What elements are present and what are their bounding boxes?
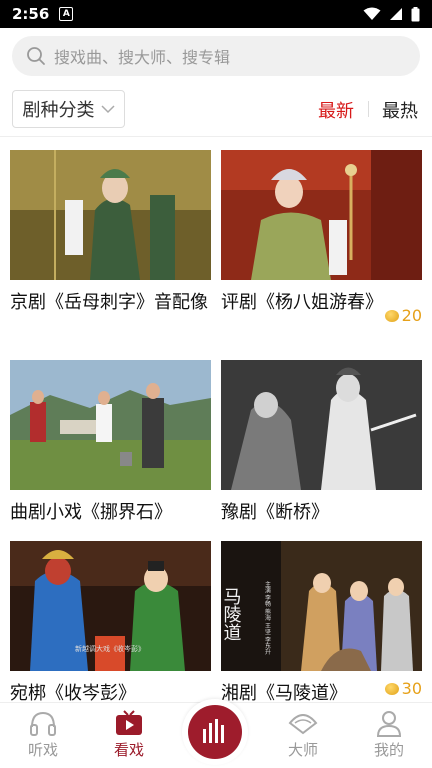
video-thumbnail[interactable] — [221, 360, 422, 490]
search-bar[interactable]: 搜戏曲、搜大师、搜专辑 — [12, 36, 420, 76]
video-title: 曲剧小戏《挪界石》 — [10, 502, 172, 523]
tab-watch[interactable]: 看戏 — [89, 709, 169, 760]
genre-filter-dropdown[interactable]: 剧种分类 — [12, 90, 125, 128]
signal-icon — [390, 8, 402, 20]
sort-hot-tab[interactable]: 最热 — [382, 97, 418, 123]
tab-listen[interactable]: 听戏 — [3, 709, 83, 760]
status-time: 2:56 — [12, 5, 50, 23]
video-card[interactable]: 豫剧《断桥》 — [221, 360, 422, 527]
video-title: 京剧《岳母刺字》音配像 — [10, 292, 208, 313]
tv-play-icon — [116, 710, 142, 735]
video-card[interactable]: 京剧《岳母刺字》音配像 — [10, 150, 211, 317]
chevron-down-icon — [100, 105, 115, 114]
video-card[interactable]: 马陵道 主演 李畅 熊海 王坚 李东升 湘剧《马陵道》 30 — [221, 541, 422, 708]
genre-filter-label: 剧种分类 — [22, 100, 95, 121]
status-bar: 2:56 A — [0, 0, 432, 28]
tab-label: 大师 — [287, 741, 318, 759]
thumbnail-credits: 主演 李畅 熊海 王坚 李东升 — [264, 580, 271, 656]
thumbnail-caption: 新越调大戏《收岑彭》 — [75, 644, 145, 653]
headphones-icon — [30, 711, 56, 736]
battery-icon — [411, 6, 420, 21]
sort-latest-tab[interactable]: 最新 — [318, 97, 354, 123]
video-thumbnail[interactable] — [221, 150, 422, 280]
user-icon — [376, 711, 402, 737]
fan-icon — [288, 714, 318, 735]
search-input[interactable]: 搜戏曲、搜大师、搜专辑 — [54, 44, 230, 68]
audio-player-button[interactable] — [182, 699, 248, 765]
video-card[interactable]: 新越调大戏《收岑彭》 宛梆《收岑彭》 — [10, 541, 211, 708]
section-divider — [0, 136, 432, 137]
audio-player-inner — [188, 705, 242, 759]
video-title: 豫剧《断桥》 — [221, 502, 329, 523]
audio-bars-icon — [203, 719, 224, 743]
thumbnail-vertical-title: 马陵道 — [221, 587, 242, 641]
sort-divider — [368, 101, 369, 117]
tab-label: 看戏 — [113, 741, 144, 759]
tab-label: 听戏 — [27, 741, 58, 759]
search-icon — [27, 47, 45, 65]
status-icons — [363, 6, 420, 22]
video-card[interactable]: 曲剧小戏《挪界石》 — [10, 360, 211, 527]
video-card[interactable]: 评剧《杨八姐游春》 20 — [221, 150, 422, 325]
coin-icon — [384, 682, 399, 695]
app-notification-icon: A — [59, 7, 74, 21]
tab-label: 我的 — [373, 741, 404, 759]
video-title: 评剧《杨八姐游春》 — [221, 292, 383, 313]
coin-price: 30 — [384, 679, 422, 698]
tab-masters[interactable]: 大师 — [263, 709, 343, 760]
coin-amount: 20 — [401, 306, 422, 325]
tab-profile[interactable]: 我的 — [349, 709, 429, 760]
coin-icon — [384, 309, 399, 322]
wifi-icon — [363, 7, 381, 20]
video-thumbnail[interactable] — [10, 360, 211, 490]
video-thumbnail[interactable]: 新越调大戏《收岑彭》 — [10, 541, 211, 671]
coin-price: 20 — [384, 306, 422, 325]
video-thumbnail[interactable] — [10, 150, 211, 280]
video-thumbnail[interactable]: 马陵道 主演 李畅 熊海 王坚 李东升 — [221, 541, 422, 671]
coin-amount: 30 — [401, 679, 422, 698]
bottom-tab-bar: 听戏 看戏 大师 我的 — [0, 699, 432, 768]
